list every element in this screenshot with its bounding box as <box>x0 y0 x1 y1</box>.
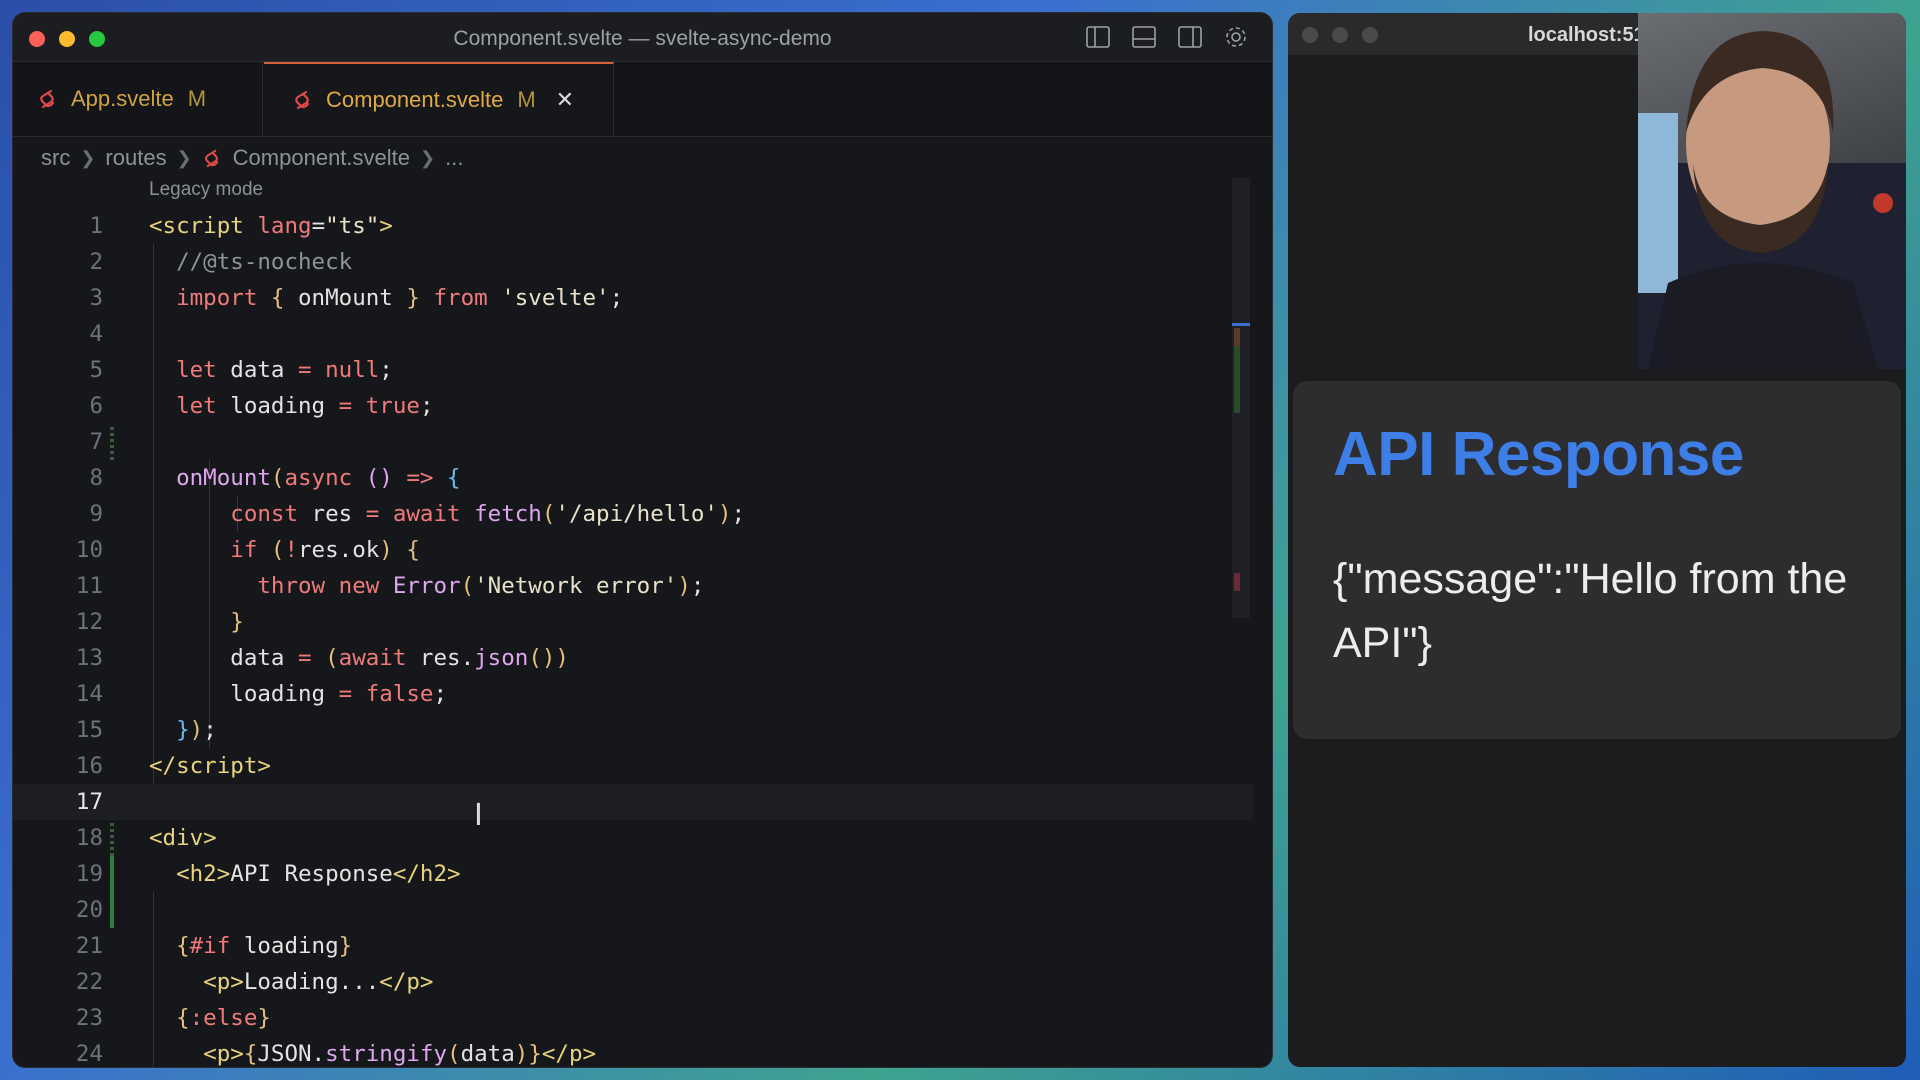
breadcrumb-file[interactable]: Component.svelte <box>233 145 410 171</box>
breadcrumb-src[interactable]: src <box>41 145 70 171</box>
api-response-body: {"message":"Hello from the API"} <box>1333 555 1848 667</box>
code-line: 21 {#if loading} <box>75 933 353 959</box>
codelens-legacy-mode[interactable]: Legacy mode <box>149 179 263 201</box>
toggle-primary-sidebar-icon[interactable] <box>1084 24 1112 50</box>
code-line: 10 if (!res.ok) { <box>75 537 420 563</box>
tab-app-svelte[interactable]: App.svelte M <box>13 62 263 136</box>
maximize-window-button[interactable] <box>1362 27 1378 43</box>
chevron-right-icon: ❯ <box>176 147 192 168</box>
code-line: 20 <box>75 897 103 923</box>
minimap[interactable] <box>1232 178 1250 618</box>
minimize-window-button[interactable] <box>1332 27 1348 43</box>
code-line: 8 onMount(async () => { <box>89 465 461 491</box>
code-line: 9 const res = await fetch('/api/hello'); <box>89 501 746 527</box>
code-line: 22 <p>Loading...</p> <box>75 969 434 995</box>
code-line: 5 let data = null; <box>89 357 393 383</box>
tab-label: Component.svelte <box>326 87 504 112</box>
code-line: 16 </script> <box>75 753 271 779</box>
code-line: 12 } <box>75 609 244 635</box>
code-line: 18 <div> <box>75 825 217 851</box>
chevron-right-icon: ❯ <box>420 147 436 168</box>
text-cursor-icon: I <box>474 798 483 833</box>
code-line: 11 throw new Error('Network error'); <box>75 573 705 599</box>
svelte-file-icon <box>295 90 310 110</box>
code-line: 1 <script lang="ts"> <box>89 213 393 239</box>
webcam-overlay-image <box>1638 13 1906 369</box>
toggle-secondary-sidebar-icon[interactable] <box>1176 24 1204 50</box>
modified-badge: M <box>187 86 207 111</box>
code-line: 4 <box>89 321 103 347</box>
api-response-heading: API Response <box>1333 420 1744 489</box>
code-area[interactable]: 1 <script lang="ts"> 2 //@ts-nocheck 3 im… <box>13 208 1253 1067</box>
browser-window: localhost:51 API Response {"message":"He… <box>1288 13 1906 1067</box>
tab-component-svelte[interactable]: Component.svelte M ✕ <box>264 62 614 136</box>
code-line: 13 data = (await res.json()) <box>75 645 569 671</box>
editor-tab-bar: App.svelte M Component.svelte M ✕ <box>13 62 1272 137</box>
breadcrumb: src ❯ routes ❯ Component.svelte ❯ ... <box>41 141 463 175</box>
api-response-card: API Response {"message":"Hello from the … <box>1293 381 1901 739</box>
code-line: 19 <h2>API Response</h2> <box>75 861 461 887</box>
toggle-panel-icon[interactable] <box>1130 24 1158 50</box>
code-line: 24 <p>{JSON.stringify(data)}</p> <box>75 1041 597 1067</box>
svelte-file-icon <box>40 89 55 109</box>
breadcrumb-routes[interactable]: routes <box>105 145 166 171</box>
close-tab-icon[interactable]: ✕ <box>556 87 574 113</box>
settings-gear-icon[interactable] <box>1222 24 1250 50</box>
tab-label: App.svelte <box>71 86 174 111</box>
code-line: 7 <box>89 429 103 455</box>
code-line: 3 import { onMount } from 'svelte'; <box>89 285 624 311</box>
code-line: 2 //@ts-nocheck <box>89 249 353 275</box>
breadcrumb-symbol[interactable]: ... <box>445 145 463 171</box>
presenter-silhouette <box>1638 31 1906 369</box>
code-line-active[interactable]: 17 <box>13 784 1253 820</box>
modified-badge: M <box>517 87 536 112</box>
code-editor-window: Component.svelte — svelte-async-demo App… <box>13 13 1272 1067</box>
code-line: 23 {:else} <box>75 1005 271 1031</box>
code-line: 6 let loading = true; <box>89 393 434 419</box>
svelte-file-icon <box>204 149 218 167</box>
editor-titlebar: Component.svelte — svelte-async-demo <box>13 13 1272 62</box>
chevron-right-icon: ❯ <box>80 147 96 168</box>
browser-url[interactable]: localhost:51 <box>1528 24 1645 47</box>
code-line: 15 }); <box>75 717 217 743</box>
code-line: 14 loading = false; <box>75 681 448 707</box>
close-window-button[interactable] <box>1302 27 1318 43</box>
